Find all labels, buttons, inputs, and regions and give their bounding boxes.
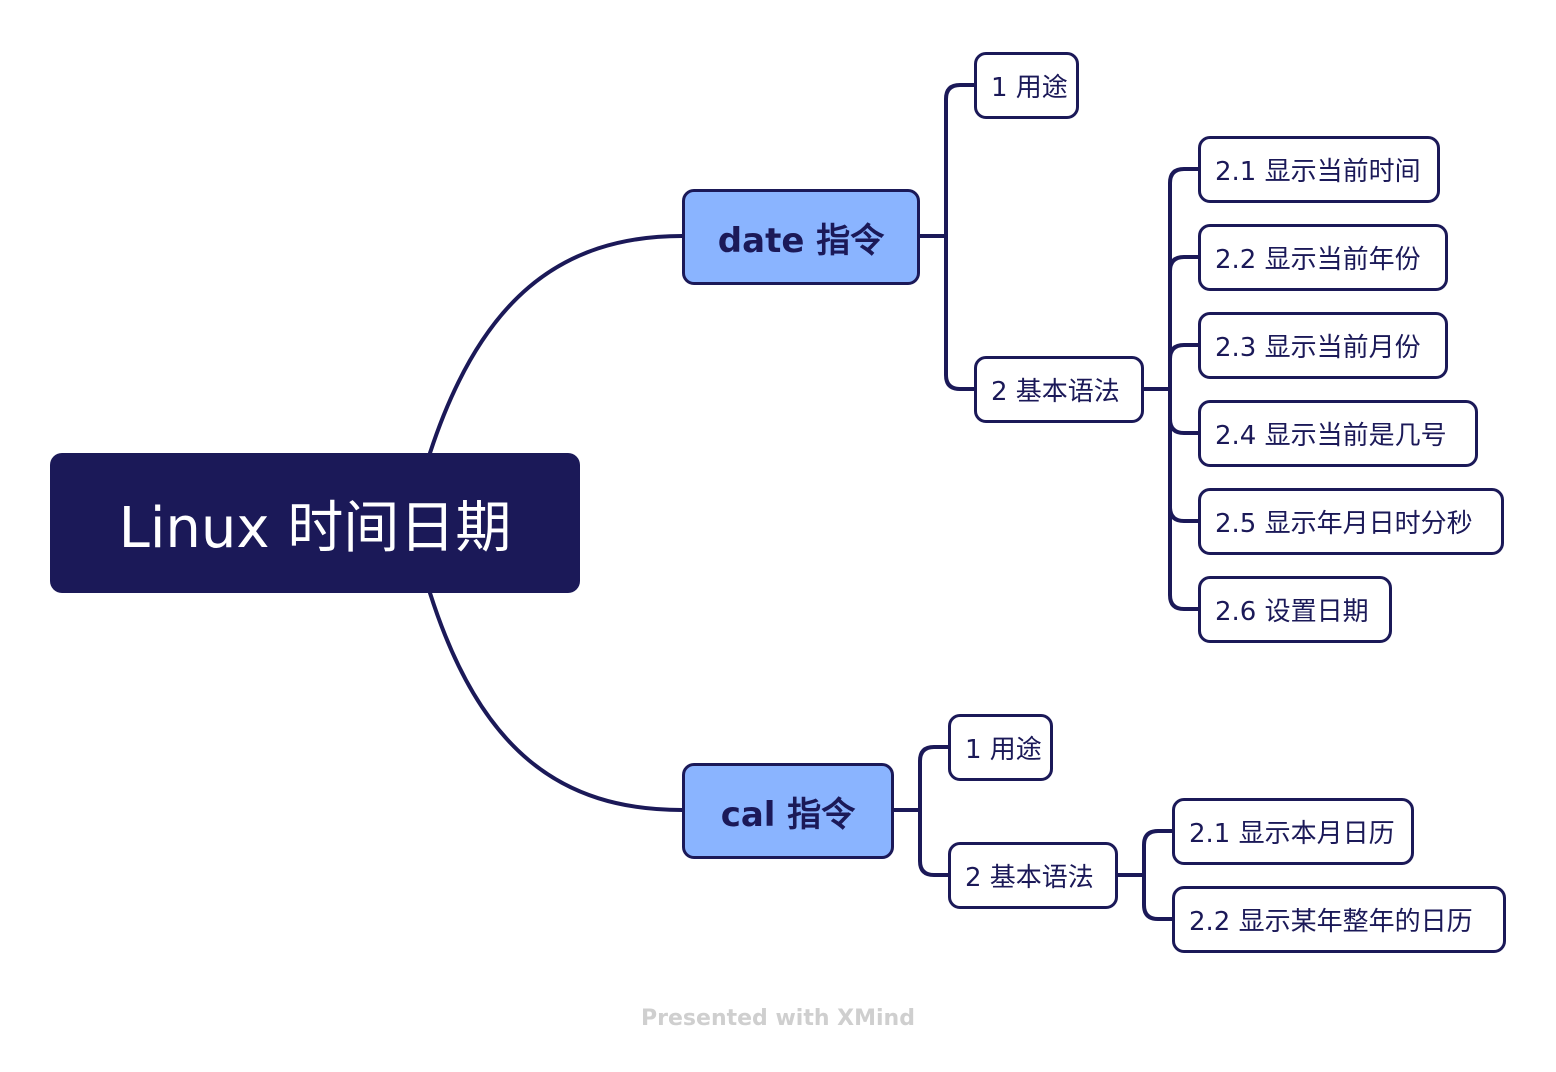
branch-cal-command[interactable]: cal 指令 (682, 763, 894, 859)
date-syntax-item[interactable]: 2.5 显示年月日时分秒 (1198, 488, 1504, 555)
topic-label: 2.5 显示年月日时分秒 (1215, 509, 1473, 539)
branch-date-command[interactable]: date 指令 (682, 189, 920, 285)
topic-label: 2 基本语法 (991, 377, 1120, 407)
date-usage-topic[interactable]: 1 用途 (974, 52, 1079, 119)
root-topic-label: Linux 时间日期 (118, 495, 512, 561)
topic-label: 2.1 显示本月日历 (1189, 819, 1395, 849)
topic-label: 2.1 显示当前时间 (1215, 157, 1421, 187)
date-syntax-item[interactable]: 2.1 显示当前时间 (1198, 136, 1440, 203)
topic-label: 2.2 显示某年整年的日历 (1189, 907, 1473, 937)
connector-cal-bracket (918, 745, 950, 877)
connector-date-2-5 (1168, 505, 1200, 523)
cal-usage-topic[interactable]: 1 用途 (948, 714, 1053, 781)
branch-label: date 指令 (717, 220, 885, 261)
connector-root-cal (428, 591, 684, 812)
date-syntax-item[interactable]: 2.2 显示当前年份 (1198, 224, 1448, 291)
topic-label: 1 用途 (965, 735, 1042, 765)
date-syntax-item[interactable]: 2.4 显示当前是几号 (1198, 400, 1478, 467)
connector-root-date (428, 234, 684, 455)
cal-syntax-topic[interactable]: 2 基本语法 (948, 842, 1118, 909)
topic-label: 1 用途 (991, 73, 1068, 103)
connector-date-2-4 (1168, 417, 1200, 435)
topic-label: 2.4 显示当前是几号 (1215, 421, 1447, 451)
connector-date-2-3 (1168, 343, 1200, 361)
topic-label: 2.2 显示当前年份 (1215, 245, 1421, 275)
topic-label: 2.3 显示当前月份 (1215, 333, 1421, 363)
topic-label: 2.6 设置日期 (1215, 597, 1369, 627)
branch-label: cal 指令 (720, 794, 856, 835)
date-syntax-item[interactable]: 2.3 显示当前月份 (1198, 312, 1448, 379)
date-syntax-item[interactable]: 2.6 设置日期 (1198, 576, 1392, 643)
connector-date-syntax-bracket (1168, 167, 1200, 611)
cal-syntax-item[interactable]: 2.2 显示某年整年的日历 (1172, 886, 1506, 953)
xmind-watermark: Presented with XMind (641, 1006, 915, 1031)
root-topic[interactable]: Linux 时间日期 (50, 453, 580, 593)
connector-date-usage (944, 83, 976, 391)
date-syntax-topic[interactable]: 2 基本语法 (974, 356, 1144, 423)
connector-date-2-2 (1168, 255, 1200, 273)
topic-label: 2 基本语法 (965, 863, 1094, 893)
connector-cal-syntax-bracket (1142, 829, 1174, 921)
cal-syntax-item[interactable]: 2.1 显示本月日历 (1172, 798, 1414, 865)
